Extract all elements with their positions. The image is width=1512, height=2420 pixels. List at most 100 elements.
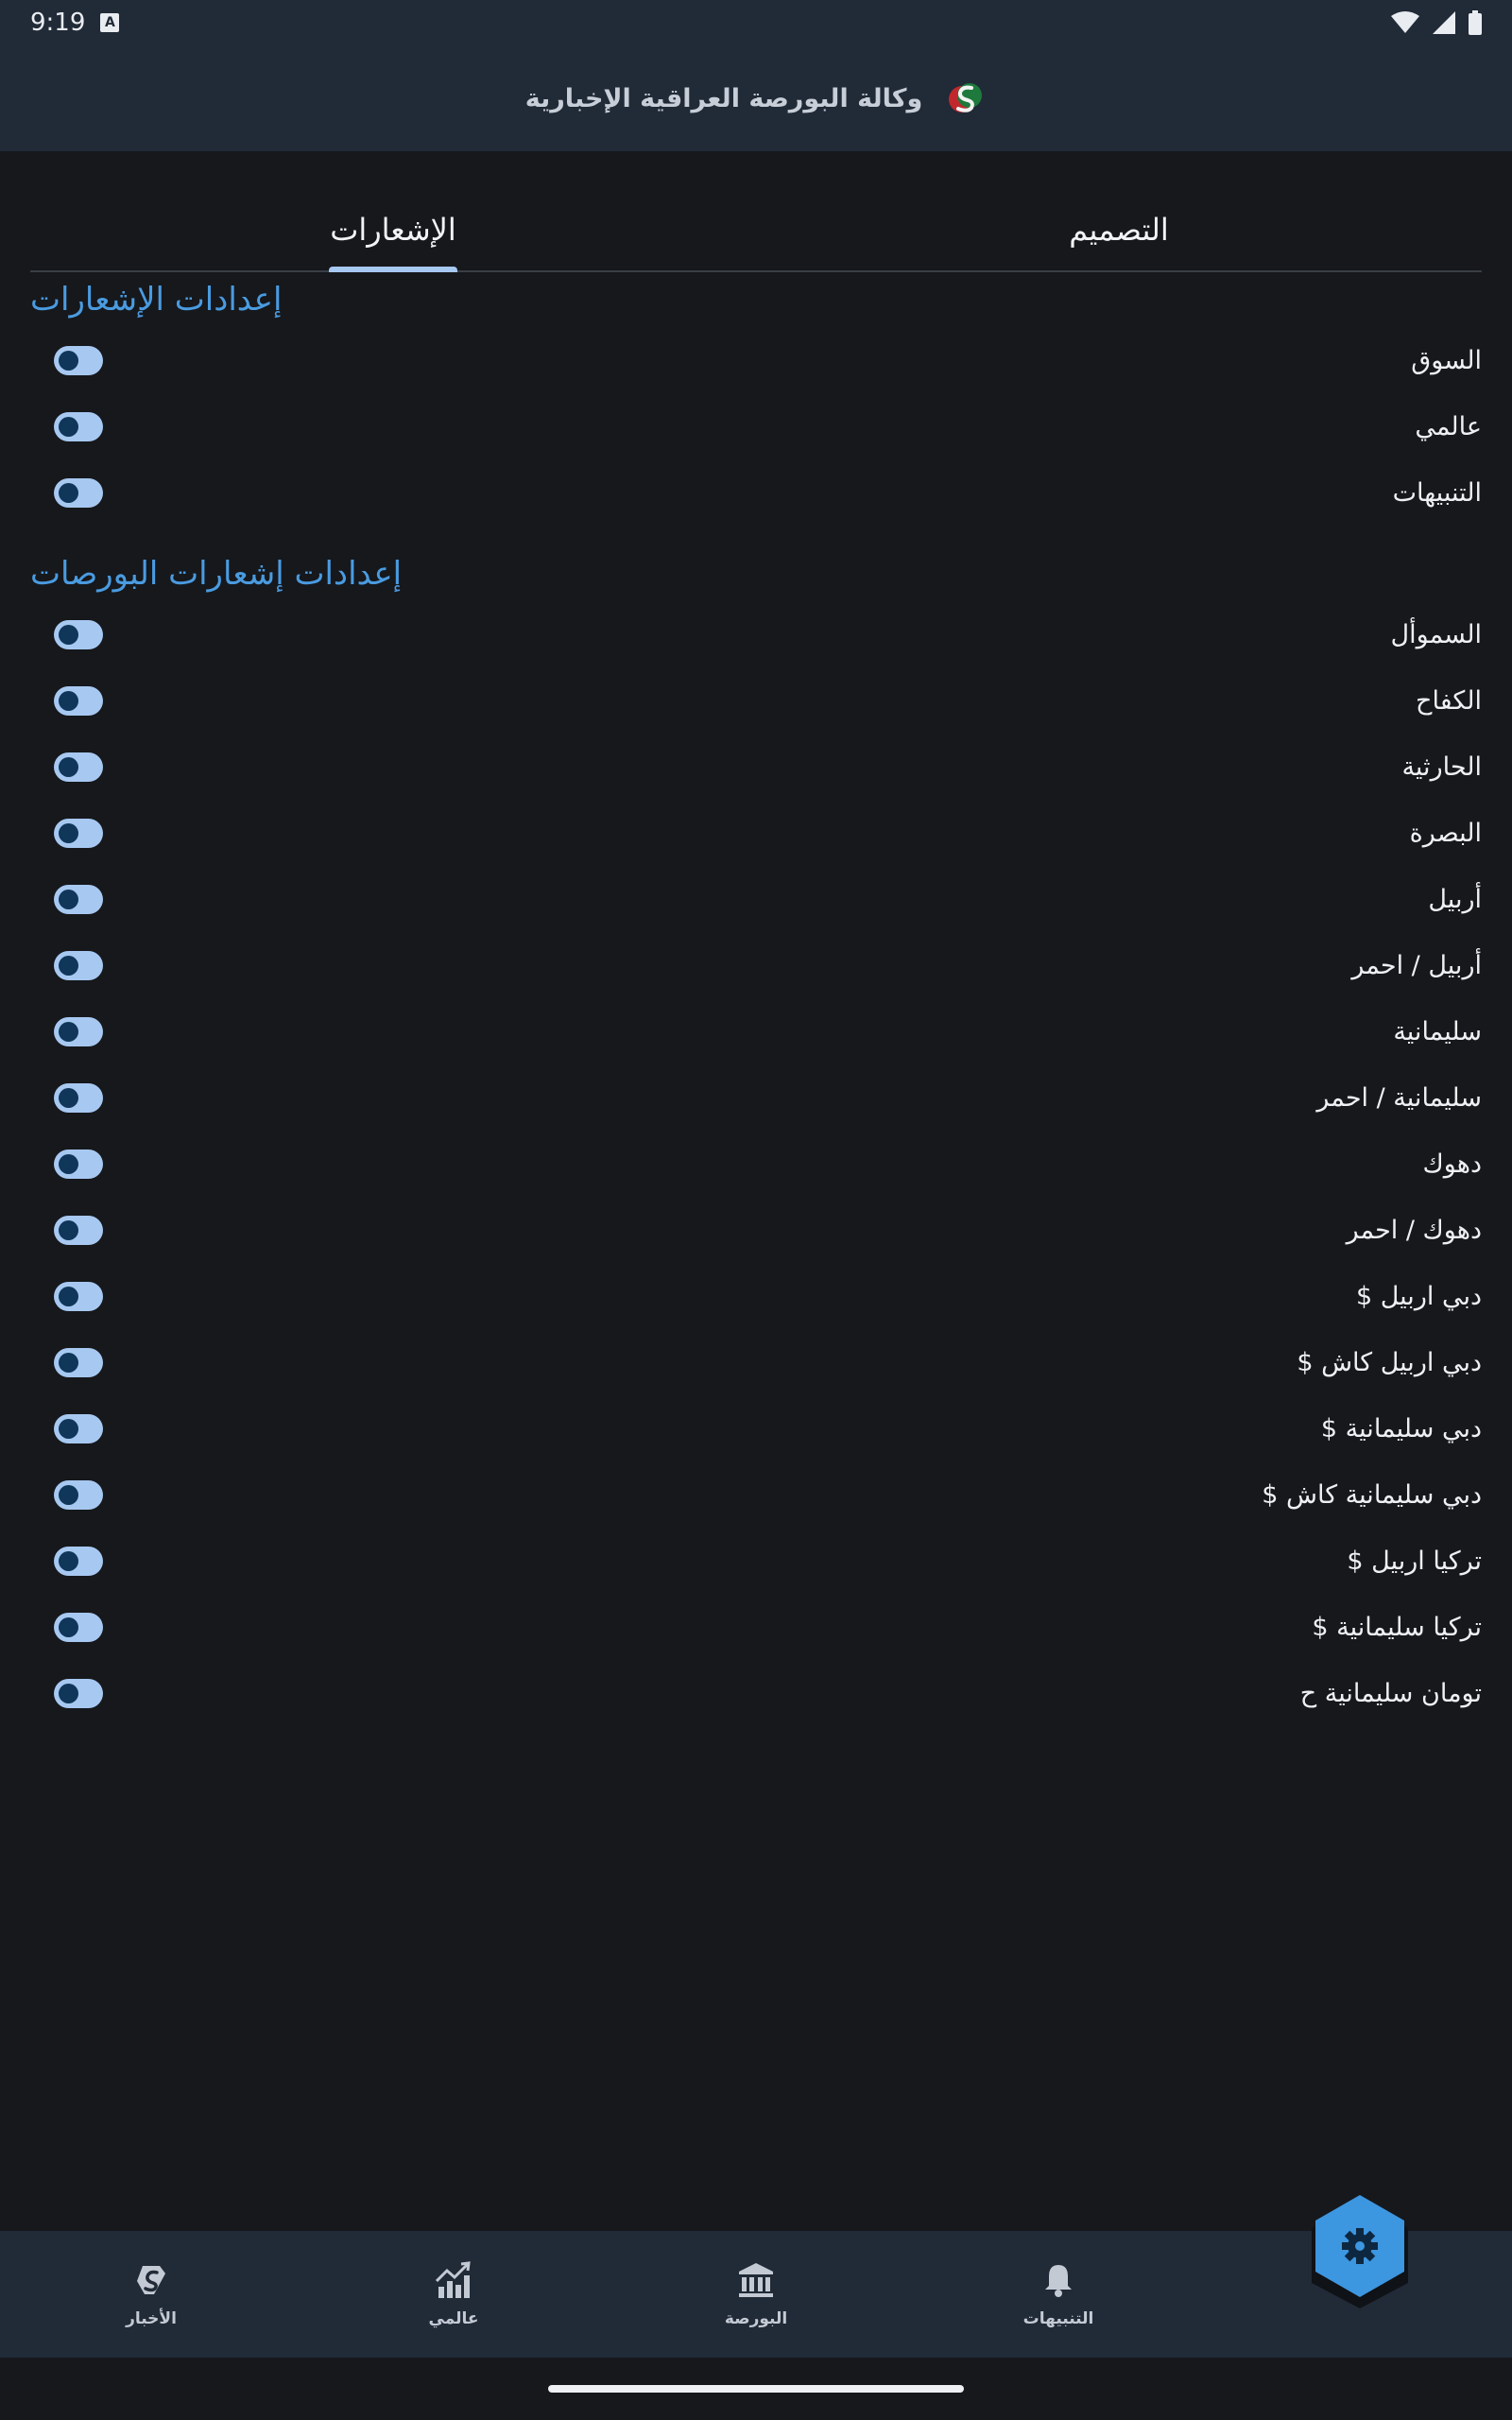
setting-row: البصرة — [30, 800, 1482, 866]
setting-label: الحارثية — [1401, 752, 1482, 782]
setting-row: تومان سليمانية ح — [30, 1660, 1482, 1726]
tab-bar: الإشعارات التصميم — [30, 189, 1482, 272]
settings-fab[interactable] — [1304, 2193, 1416, 2308]
setting-row: دبي اربيل كاش $ — [30, 1329, 1482, 1395]
setting-row: الحارثية — [30, 734, 1482, 800]
toggle-knob — [59, 1683, 78, 1703]
setting-row: أربيل — [30, 866, 1482, 932]
setting-row: الكفاح — [30, 667, 1482, 734]
wifi-icon — [1391, 11, 1419, 33]
setting-label: تومان سليمانية ح — [1299, 1678, 1482, 1708]
tab-design[interactable]: التصميم — [756, 189, 1482, 270]
setting-label: دبي سليمانية كاش $ — [1262, 1479, 1482, 1510]
home-indicator[interactable] — [548, 2385, 964, 2393]
setting-label: أربيل — [1428, 884, 1482, 914]
nav-label-news: الأخبار — [126, 2309, 177, 2328]
setting-row: السوق — [30, 327, 1482, 393]
app-header: وكالة البورصة العراقية الإخبارية — [0, 45, 1512, 151]
setting-row: أربيل / احمر — [30, 932, 1482, 998]
toggle-switch[interactable] — [54, 1678, 103, 1708]
toggle-switch[interactable] — [54, 685, 103, 716]
setting-label: سليمانية / احمر — [1316, 1082, 1482, 1113]
toggle-switch[interactable] — [54, 818, 103, 848]
toggle-switch[interactable] — [54, 1281, 103, 1311]
setting-label: دبي اربيل كاش $ — [1297, 1347, 1482, 1377]
setting-row: دبي اربيل $ — [30, 1263, 1482, 1329]
status-bar: 9:19 A — [0, 0, 1512, 45]
setting-label: دبي اربيل $ — [1355, 1281, 1482, 1311]
nav-item-exchange[interactable]: البورصة — [605, 2231, 907, 2358]
accessibility-icon: A — [100, 13, 120, 32]
toggle-knob — [59, 756, 78, 777]
toggle-switch[interactable] — [54, 752, 103, 782]
nav-item-global[interactable]: عالمي — [302, 2231, 605, 2358]
setting-label: دهوك — [1422, 1149, 1482, 1179]
toggle-knob — [59, 1418, 78, 1439]
toggle-switch[interactable] — [54, 884, 103, 914]
toggle-knob — [59, 889, 78, 909]
toggle-switch[interactable] — [54, 1612, 103, 1642]
toggle-switch[interactable] — [54, 411, 103, 441]
status-right — [1391, 10, 1482, 35]
toggle-switch[interactable] — [54, 1082, 103, 1113]
toggle-switch[interactable] — [54, 1149, 103, 1179]
toggle-switch[interactable] — [54, 1479, 103, 1510]
notification-settings-list: السوق عالمي التنبيهات — [30, 327, 1482, 526]
exchange-settings-list: السموأل الكفاح الحارثية البصرة أربيل أربيل / … — [30, 601, 1482, 1726]
toggle-switch[interactable] — [54, 619, 103, 649]
toggle-knob — [59, 1286, 78, 1306]
status-time: 9:19 — [30, 9, 86, 37]
toggle-knob — [59, 1484, 78, 1505]
section-title-exchanges: إعدادات إشعارات البورصات — [30, 555, 403, 593]
setting-label: البصرة — [1409, 818, 1482, 848]
toggle-knob — [59, 624, 78, 645]
setting-row: دبي سليمانية $ — [30, 1395, 1482, 1461]
toggle-knob — [59, 1153, 78, 1174]
setting-label: دهوك / احمر — [1346, 1215, 1482, 1245]
setting-row: دهوك — [30, 1131, 1482, 1197]
toggle-knob — [59, 1550, 78, 1571]
nav-item-news[interactable]: الأخبار — [0, 2231, 302, 2358]
bank-icon — [739, 2263, 773, 2297]
nav-label-exchange: البورصة — [724, 2309, 788, 2328]
toggle-switch[interactable] — [54, 950, 103, 980]
setting-row: تركيا اربيل $ — [30, 1528, 1482, 1594]
setting-row: دهوك / احمر — [30, 1197, 1482, 1263]
toggle-switch[interactable] — [54, 1215, 103, 1245]
setting-label: عالمي — [1415, 411, 1482, 441]
setting-label: التنبيهات — [1392, 477, 1482, 508]
news-logo-icon — [137, 2266, 165, 2294]
setting-label: السوق — [1411, 345, 1482, 375]
toggle-knob — [59, 416, 78, 437]
setting-label: الكفاح — [1416, 685, 1482, 716]
setting-label: دبي سليمانية $ — [1320, 1413, 1482, 1443]
toggle-switch[interactable] — [54, 477, 103, 508]
setting-row: تركيا سليمانية $ — [30, 1594, 1482, 1660]
toggle-knob — [59, 822, 78, 843]
toggle-switch[interactable] — [54, 1413, 103, 1443]
setting-row: التنبيهات — [30, 459, 1482, 526]
toggle-knob — [59, 955, 78, 976]
toggle-knob — [59, 350, 78, 371]
system-home-bar — [0, 2358, 1512, 2420]
setting-label: تركيا اربيل $ — [1347, 1546, 1482, 1576]
signal-icon — [1433, 11, 1455, 34]
toggle-switch[interactable] — [54, 1546, 103, 1576]
nav-label-alerts: التنبيهات — [1022, 2309, 1094, 2328]
toggle-switch[interactable] — [54, 1347, 103, 1377]
toggle-switch[interactable] — [54, 1016, 103, 1046]
toggle-switch[interactable] — [54, 345, 103, 375]
setting-row: السموأل — [30, 601, 1482, 667]
toggle-knob — [59, 1087, 78, 1108]
nav-label-global: عالمي — [428, 2309, 479, 2328]
setting-label: أربيل / احمر — [1351, 950, 1482, 980]
nav-item-alerts[interactable]: التنبيهات — [907, 2231, 1210, 2358]
tab-notifications[interactable]: الإشعارات — [30, 189, 756, 270]
setting-row: سليمانية — [30, 998, 1482, 1064]
toggle-knob — [59, 482, 78, 503]
toggle-knob — [59, 690, 78, 711]
bell-icon — [1045, 2265, 1072, 2297]
toggle-knob — [59, 1219, 78, 1240]
chart-up-icon — [435, 2261, 471, 2298]
bottom-nav: الأخبار عالمي البورصة التنبيهات — [0, 2231, 1512, 2358]
